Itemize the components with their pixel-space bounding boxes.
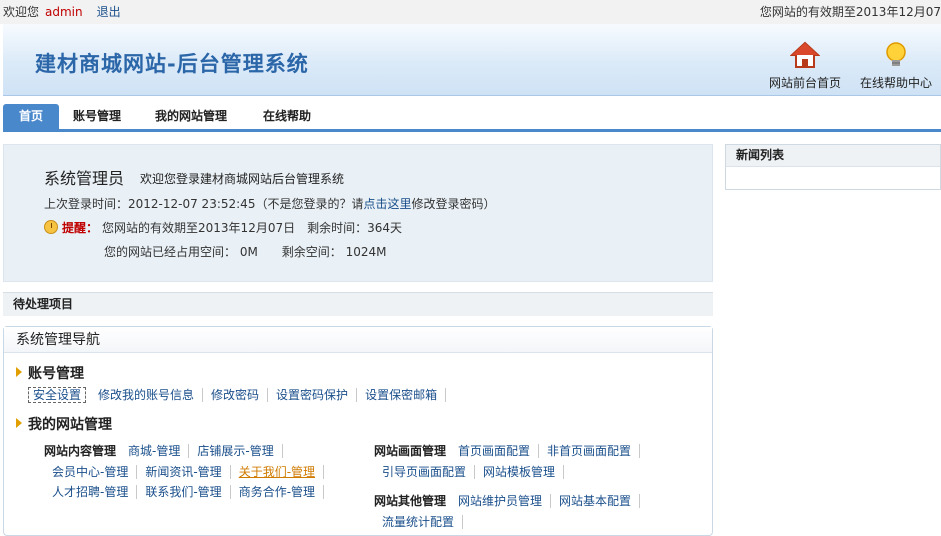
mall-manage-link[interactable]: 商城-管理 — [120, 444, 190, 458]
site-section-label: 我的网站管理 — [28, 417, 112, 433]
news-title: 新闻列表 — [726, 145, 940, 167]
change-password-nav-link[interactable]: 修改密码 — [203, 388, 269, 402]
pending-items-header: 待处理项目 — [3, 292, 713, 316]
maintainer-manage-link[interactable]: 网站维护员管理 — [450, 494, 552, 508]
screen-mgmt-row1: 网站画面管理 首页画面配置 非首页画面配置 — [374, 442, 641, 459]
welcome-area: 欢迎您 admin 退出 — [3, 0, 121, 24]
lightbulb-icon — [886, 42, 906, 66]
space-usage: 您的网站已经占用空间： 0M 剩余空间： 1024M — [104, 245, 387, 259]
non-homepage-config-link[interactable]: 非首页画面配置 — [539, 444, 641, 458]
tab-home[interactable]: 首页 — [3, 104, 59, 132]
account-section-title: 账号管理 — [16, 363, 84, 383]
contact-us-link[interactable]: 联系我们-管理 — [137, 485, 231, 499]
user-role: 系统管理员 — [44, 169, 125, 188]
screen-mgmt-group: 网站画面管理 — [374, 444, 447, 458]
recruitment-link[interactable]: 人才招聘-管理 — [44, 485, 138, 499]
arrow-right-icon — [16, 367, 22, 377]
welcome-panel: 系统管理员 欢迎您登录建材商城网站后台管理系统 上次登录时间：2012-12-0… — [3, 144, 713, 282]
account-links: 安全设置 修改我的账号信息 修改密码 设置密码保护 设置保密邮箱 — [28, 386, 447, 403]
welcome-message: 欢迎您登录建材商城网站后台管理系统 — [140, 172, 345, 186]
site-home-button[interactable]: 网站前台首页 — [769, 40, 841, 91]
system-nav-title: 系统管理导航 — [4, 327, 712, 353]
account-section-label: 账号管理 — [28, 366, 84, 382]
system-nav-panel: 系统管理导航 账号管理 安全设置 修改我的账号信息 修改密码 设置密码保护 设置保密邮箱… — [3, 326, 713, 536]
username: admin — [45, 5, 83, 19]
content-mgmt-row1: 网站内容管理 商城-管理 店铺展示-管理 — [44, 442, 283, 459]
news-manage-link[interactable]: 新闻资讯-管理 — [137, 465, 231, 479]
secure-email-link[interactable]: 设置保密邮箱 — [357, 388, 447, 402]
basic-config-link[interactable]: 网站基本配置 — [551, 494, 641, 508]
tab-online-help[interactable]: 在线帮助 — [263, 104, 311, 132]
clock-icon — [44, 220, 58, 234]
other-mgmt-row1: 网站其他管理 网站维护员管理 网站基本配置 — [374, 492, 641, 509]
edit-account-link[interactable]: 修改我的账号信息 — [90, 388, 204, 402]
reminder-text: 您网站的有效期至2013年12月07日 剩余时间：364天 — [102, 221, 402, 235]
welcome-text: 欢迎您 — [3, 5, 40, 19]
help-center-label: 在线帮助中心 — [860, 76, 933, 90]
expiry-text: 您网站的有效期至2013年12月07 — [759, 5, 941, 19]
house-icon — [790, 41, 820, 68]
arrow-right-icon — [16, 418, 22, 428]
site-title: 建材商城网站-后台管理系统 — [35, 52, 309, 76]
main-nav: 首页 账号管理 我的网站管理 在线帮助 — [3, 100, 941, 132]
other-mgmt-group: 网站其他管理 — [374, 494, 447, 508]
last-login-suffix: 修改登录密码） — [411, 197, 496, 211]
tab-account[interactable]: 账号管理 — [73, 104, 121, 132]
logout-link[interactable]: 退出 — [97, 5, 121, 19]
security-settings-link[interactable]: 安全设置 — [28, 387, 87, 403]
landing-page-config-link[interactable]: 引导页画面配置 — [374, 465, 476, 479]
member-center-link[interactable]: 会员中心-管理 — [44, 465, 138, 479]
top-bar: 欢迎您 admin 退出 您网站的有效期至2013年12月07 — [0, 0, 941, 24]
business-coop-link[interactable]: 商务合作-管理 — [230, 485, 325, 499]
last-login-text: 上次登录时间：2012-12-07 23:52:45（不是您登录的？请 — [44, 197, 364, 211]
about-us-link[interactable]: 关于我们-管理 — [230, 465, 325, 479]
news-panel: 新闻列表 — [725, 144, 941, 190]
expiry-reminder: 提醒： 您网站的有效期至2013年12月07日 剩余时间：364天 — [44, 219, 402, 236]
help-center-button[interactable]: 在线帮助中心 — [860, 40, 932, 91]
traffic-stats-link[interactable]: 流量统计配置 — [374, 515, 464, 529]
change-password-link[interactable]: 点击这里 — [363, 197, 411, 211]
content-mgmt-row2: 会员中心-管理 新闻资讯-管理 关于我们-管理 — [44, 463, 325, 480]
last-login-info: 上次登录时间：2012-12-07 23:52:45（不是您登录的？请点击这里修… — [44, 195, 495, 212]
homepage-config-link[interactable]: 首页画面配置 — [450, 444, 540, 458]
content-mgmt-row3: 人才招聘-管理 联系我们-管理 商务合作-管理 — [44, 483, 325, 500]
content-mgmt-group: 网站内容管理 — [44, 444, 117, 458]
tab-my-site[interactable]: 我的网站管理 — [155, 104, 227, 132]
site-home-label: 网站前台首页 — [769, 76, 842, 90]
store-display-link[interactable]: 店铺展示-管理 — [189, 444, 283, 458]
password-protection-link[interactable]: 设置密码保护 — [268, 388, 358, 402]
header-banner: 建材商城网站-后台管理系统 网站前台首页 在线帮助中心 — [3, 24, 941, 96]
reminder-label: 提醒： — [62, 221, 99, 235]
other-mgmt-row2: 流量统计配置 — [374, 513, 464, 530]
screen-mgmt-row2: 引导页画面配置 网站模板管理 — [374, 463, 565, 480]
template-manage-link[interactable]: 网站模板管理 — [475, 465, 565, 479]
site-section-title: 我的网站管理 — [16, 414, 112, 434]
